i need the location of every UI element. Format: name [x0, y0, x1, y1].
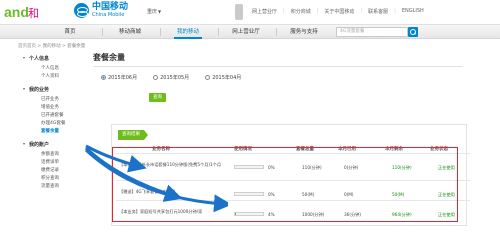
query-button[interactable]: 查询	[149, 93, 166, 102]
city-label: 重庆	[147, 9, 158, 15]
page-title: 套餐余量	[93, 53, 125, 62]
sidebar-item-4g[interactable]: 办理4G套餐	[25, 120, 79, 128]
nav-online-hall[interactable]: 网上营业厅	[222, 25, 270, 39]
sidebar-group-account[interactable]: 我的账户	[23, 141, 79, 148]
divider: |	[360, 8, 363, 14]
sidebar: 个人信息 个人信息 个人资料 我的业务 已开业务 增值业务 已开通套餐 办理4G…	[23, 55, 79, 191]
top-link-service[interactable]: 联系客服	[368, 8, 388, 15]
month-label: 2015年06月	[108, 75, 138, 81]
month-label: 2015年04月	[212, 75, 242, 81]
top-link-about[interactable]: 关于中国移动	[324, 8, 354, 15]
top-bar: and 和 中国移动 China Mobile 重庆▼ 网上营业厅 | 积分商城…	[0, 0, 500, 24]
main-nav: 首页 移动商城 我的移动 网上营业厅 服务与支持 4G流量套餐	[0, 24, 500, 39]
user-avatar	[235, 4, 243, 20]
month-radio-2[interactable]: 2015年04月	[205, 74, 241, 81]
divider: |	[283, 8, 285, 14]
radio-icon	[153, 75, 159, 80]
result-tab: 查询结果	[118, 130, 148, 140]
sidebar-group-personal[interactable]: 个人信息	[23, 55, 79, 62]
chevron-down-icon: ▼	[158, 9, 162, 14]
month-radio-group: 2015年06月 2015年05月 2015年04月	[101, 74, 241, 81]
sidebar-item-traffic[interactable]: 流量查询	[25, 183, 79, 191]
svg-text:和: 和	[28, 7, 39, 20]
sidebar-item-profile[interactable]: 个人资料	[25, 73, 79, 81]
divider	[276, 28, 277, 36]
sidebar-item-personal-info[interactable]: 个人信息	[25, 65, 79, 73]
nav-my-mobile[interactable]: 我的移动	[166, 25, 210, 39]
brand-en: China Mobile	[92, 12, 125, 18]
month-radio-0[interactable]: 2015年06月	[101, 74, 137, 81]
breadcrumb: 首页首页 > 我的移动 > 套餐余量	[18, 44, 86, 49]
divider: |	[316, 8, 319, 14]
sidebar-group-business[interactable]: 我的业务	[23, 86, 79, 93]
top-link-english[interactable]: ENGLISH	[402, 8, 424, 15]
month-radio-1[interactable]: 2015年05月	[153, 74, 189, 81]
sidebar-item-packages[interactable]: 已开通套餐	[25, 112, 79, 120]
brand-cn: 中国移动	[92, 2, 129, 12]
nav-support[interactable]: 服务与支持	[280, 25, 328, 39]
search-input[interactable]: 4G流量套餐	[336, 27, 408, 37]
nav-store[interactable]: 移动商城	[108, 25, 152, 39]
sidebar-item-payment[interactable]: 缴费记录	[25, 167, 79, 175]
divider	[93, 66, 463, 67]
sidebar-item-bill-detail[interactable]: 话费详单	[25, 159, 79, 167]
sidebar-item-balance-query[interactable]: 余额查询	[25, 151, 79, 159]
svg-text:and: and	[4, 4, 29, 20]
radio-selected-icon	[101, 75, 106, 80]
china-mobile-logo[interactable]: 中国移动 China Mobile	[74, 3, 128, 18]
divider: |	[394, 8, 396, 14]
and-logo-icon[interactable]: and 和	[4, 1, 40, 23]
search-icon[interactable]	[408, 27, 418, 37]
radio-icon	[205, 75, 211, 80]
china-mobile-icon	[74, 3, 89, 18]
sidebar-item-points[interactable]: 积分查询	[25, 175, 79, 183]
nav-home[interactable]: 首页	[48, 25, 92, 39]
top-link-points[interactable]: 积分商城	[291, 8, 311, 15]
top-links: 网上营业厅 | 积分商城 | 关于中国移动 | 联系客服 | ENGLISH	[252, 8, 424, 15]
highlight-box	[112, 147, 458, 222]
top-link-hall[interactable]: 网上营业厅	[252, 8, 277, 15]
divider	[102, 28, 103, 36]
sidebar-item-value-added[interactable]: 增值业务	[25, 104, 79, 112]
sidebar-item-balance[interactable]: 套餐余量	[25, 128, 79, 136]
month-label: 2015年05月	[160, 75, 190, 81]
divider	[160, 28, 161, 36]
sidebar-item-opened[interactable]: 已开业务	[25, 96, 79, 104]
city-selector[interactable]: 重庆▼	[147, 8, 161, 15]
divider	[218, 28, 219, 36]
